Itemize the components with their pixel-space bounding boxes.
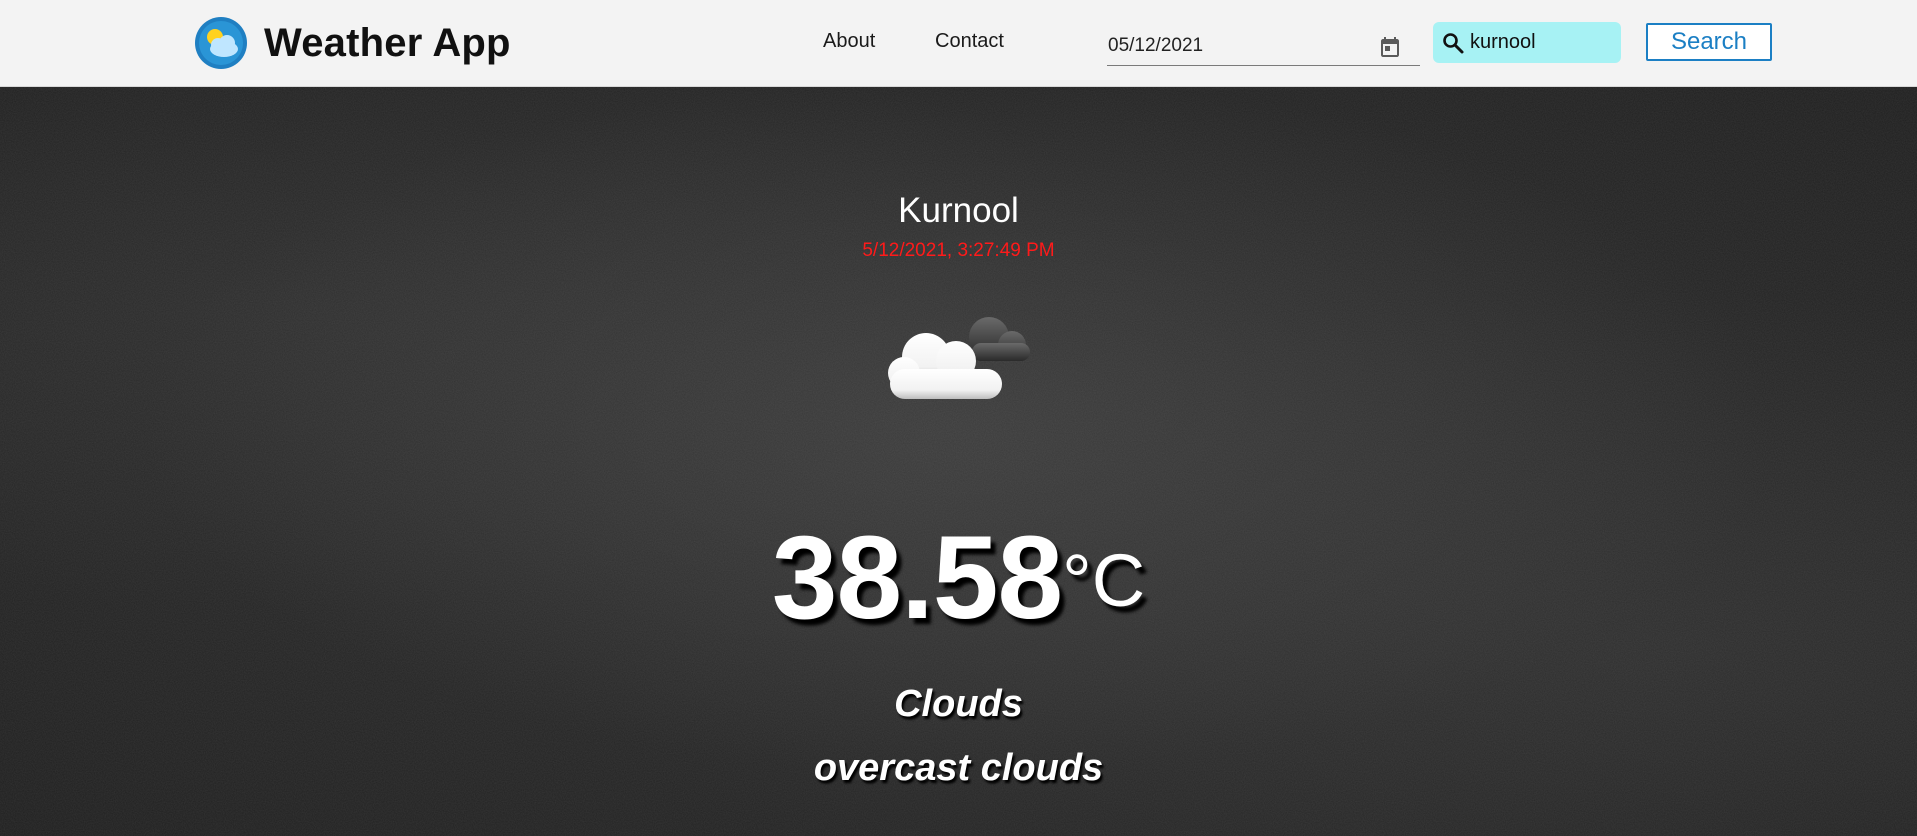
timestamp: 5/12/2021, 3:27:49 PM bbox=[862, 240, 1055, 261]
weather-condition: Clouds bbox=[894, 683, 1023, 725]
nav-link-about[interactable]: About bbox=[823, 30, 875, 53]
nav-link-contact[interactable]: Contact bbox=[935, 30, 1004, 53]
temperature-value: 38.58 bbox=[771, 512, 1063, 644]
temperature-display: 38.58°C bbox=[0, 510, 1917, 646]
calendar-icon[interactable] bbox=[1378, 35, 1402, 59]
weather-logo-icon bbox=[195, 17, 247, 69]
date-value: 05/12/2021 bbox=[1108, 35, 1204, 56]
city-name: Kurnool bbox=[898, 191, 1019, 230]
navbar: Weather App About Contact 05/12/2021 Sea… bbox=[0, 0, 1917, 87]
weather-panel: Kurnool 5/12/2021, 3:27:49 PM 38.58°C Cl… bbox=[0, 87, 1917, 836]
search-box bbox=[1433, 22, 1621, 63]
search-button[interactable]: Search bbox=[1646, 23, 1772, 61]
weather-description: overcast clouds bbox=[813, 747, 1104, 789]
app-title: Weather App bbox=[264, 20, 511, 65]
brand[interactable]: Weather App bbox=[194, 15, 511, 71]
search-input[interactable] bbox=[1470, 27, 1615, 57]
search-icon bbox=[1443, 33, 1464, 54]
temperature-unit: °C bbox=[1062, 539, 1146, 622]
date-input[interactable]: 05/12/2021 bbox=[1107, 30, 1420, 66]
partly-cloudy-icon bbox=[888, 317, 1030, 399]
